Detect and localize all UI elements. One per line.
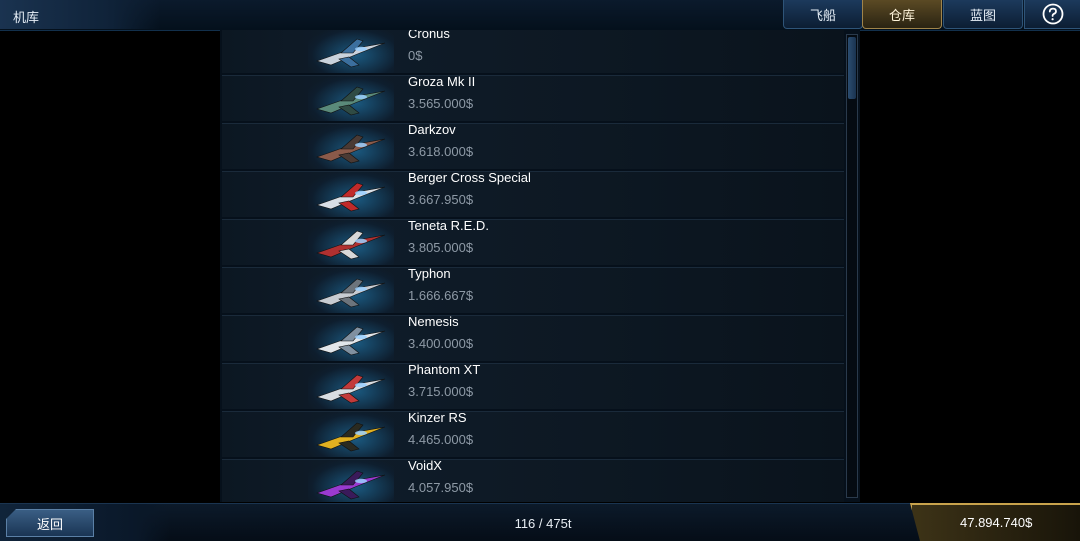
ship-name: Groza Mk II (408, 74, 476, 89)
back-label: 返回 (36, 517, 63, 533)
ship-icon (316, 326, 386, 356)
ship-thumbnail (308, 124, 394, 169)
ship-icon (316, 422, 386, 452)
ship-row[interactable]: VoidX 4.057.950$ (222, 458, 844, 502)
ship-thumbnail (308, 268, 394, 313)
tab-label: 仓库 (888, 8, 915, 24)
ship-price: 3.805.000$ (408, 240, 474, 255)
ship-icon (316, 374, 386, 404)
ship-name: VoidX (408, 458, 442, 473)
ship-price: 4.057.950$ (408, 480, 474, 495)
ship-row[interactable]: Phantom XT 3.715.000$ (222, 362, 844, 409)
money-balance: 47.894.740$ (960, 515, 1033, 530)
ship-price: 1.666.667$ (408, 288, 474, 303)
ship-icon (316, 134, 386, 164)
ship-name: Phantom XT (408, 362, 481, 377)
ship-row[interactable]: Kinzer RS 4.465.000$ (222, 410, 844, 457)
ship-name: Typhon (408, 266, 451, 281)
ship-icon (316, 86, 386, 116)
ship-icon (316, 182, 386, 212)
ship-price: 4.465.000$ (408, 432, 474, 447)
tab-storage[interactable]: 仓库 (862, 0, 942, 29)
page-title: 机库 (13, 11, 40, 26)
ship-thumbnail (308, 316, 394, 361)
ship-name: Berger Cross Special (408, 170, 531, 185)
ship-row[interactable]: Cronus 0$ (222, 30, 844, 73)
ship-thumbnail (308, 460, 394, 502)
ship-name: Cronus (408, 30, 450, 41)
bottom-bar: 返回 116 / 475t 47.894.740$ (0, 503, 1080, 541)
ship-name: Darkzov (408, 122, 456, 137)
tab-blueprints[interactable]: 蓝图 (943, 0, 1023, 29)
ship-price: 3.400.000$ (408, 336, 474, 351)
ship-name: Teneta R.E.D. (408, 218, 489, 233)
top-bar: 机库 飞船 仓库 蓝图 (0, 0, 1080, 31)
ship-price: 3.667.950$ (408, 192, 474, 207)
ship-thumbnail (308, 172, 394, 217)
ship-thumbnail (308, 220, 394, 265)
scrollbar-track[interactable] (846, 34, 858, 498)
ship-thumbnail (308, 30, 394, 73)
tab-label: 飞船 (809, 8, 836, 24)
ship-thumbnail (308, 76, 394, 121)
ship-row[interactable]: Nemesis 3.400.000$ (222, 314, 844, 361)
tab-ships[interactable]: 飞船 (783, 0, 863, 29)
ship-row[interactable]: Teneta R.E.D. 3.805.000$ (222, 218, 844, 265)
ship-thumbnail (308, 412, 394, 457)
ship-icon (316, 278, 386, 308)
ship-icon (316, 470, 386, 500)
ship-name: Nemesis (408, 314, 459, 329)
help-button[interactable] (1024, 0, 1080, 29)
ship-price: 3.565.000$ (408, 96, 474, 111)
ship-row[interactable]: Groza Mk II 3.565.000$ (222, 74, 844, 121)
ship-row[interactable]: Darkzov 3.618.000$ (222, 122, 844, 169)
ship-price: 0$ (408, 48, 423, 63)
ship-price: 3.618.000$ (408, 144, 474, 159)
tab-label: 蓝图 (969, 8, 996, 24)
ship-icon (316, 38, 386, 68)
scrollbar-thumb[interactable] (848, 37, 856, 99)
question-circle-icon (1042, 3, 1063, 25)
ship-row[interactable]: Berger Cross Special 3.667.950$ (222, 170, 844, 217)
ship-name: Kinzer RS (408, 410, 467, 425)
ship-price: 3.715.000$ (408, 384, 474, 399)
ship-icon (316, 230, 386, 260)
back-button[interactable]: 返回 (6, 509, 94, 537)
ship-list[interactable]: VoidX 4.057.950$ Kinzer RS 4.465.000$ Phanto… (220, 30, 860, 502)
ship-thumbnail (308, 364, 394, 409)
ship-row[interactable]: Typhon 1.666.667$ (222, 266, 844, 313)
cargo-capacity: 116 / 475t (514, 516, 572, 531)
